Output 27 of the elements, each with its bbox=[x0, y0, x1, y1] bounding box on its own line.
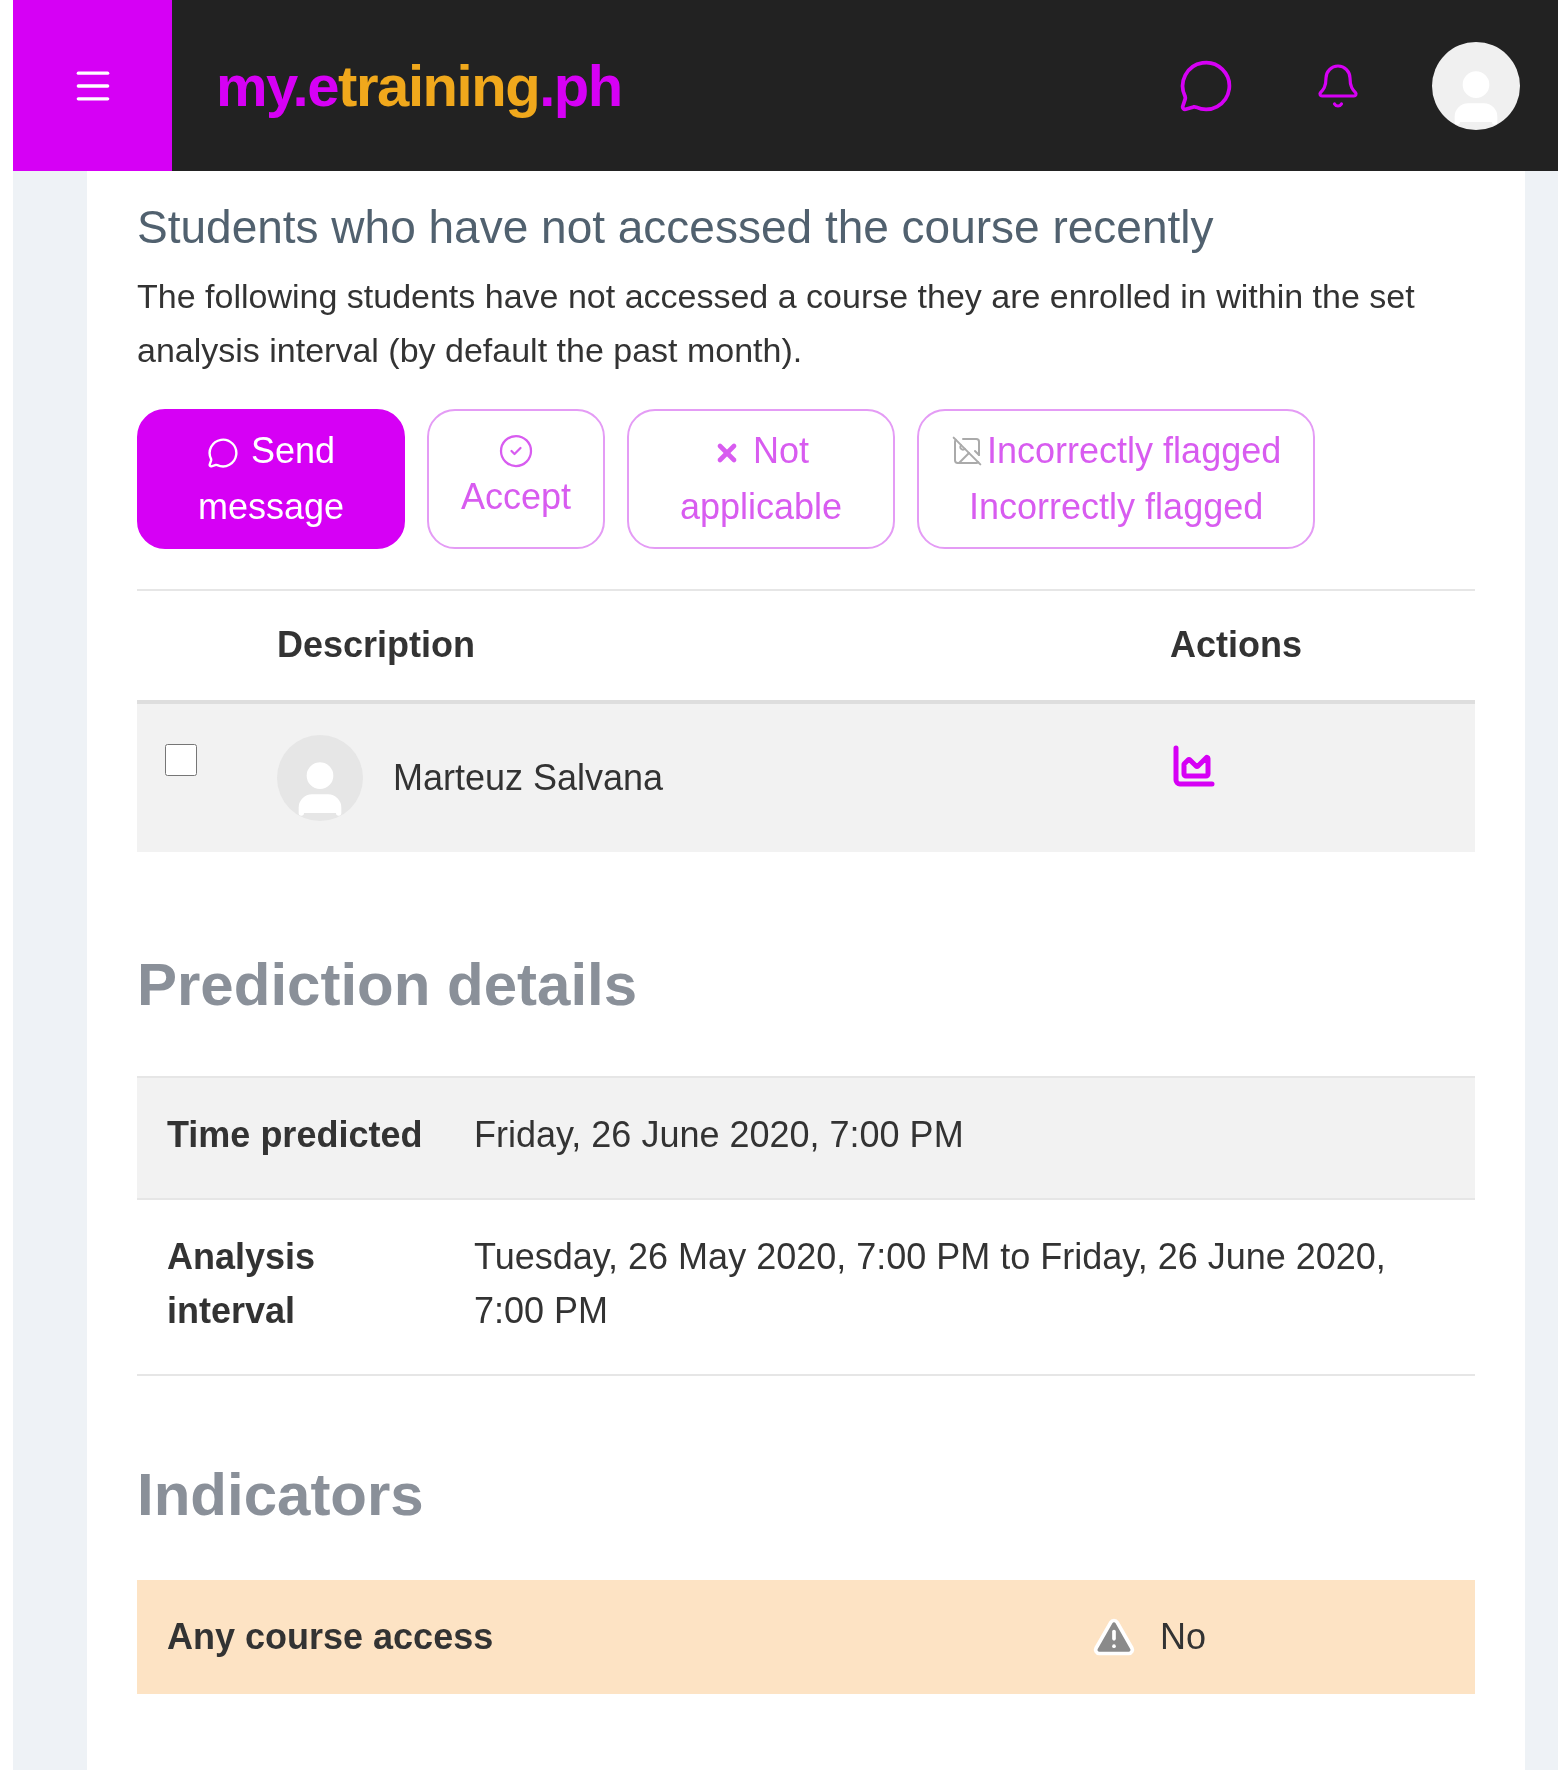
section-title: Students who have not accessed the course recently bbox=[137, 200, 1215, 255]
button-label: Incorrectly flagged bbox=[969, 484, 1264, 529]
indicator-label: Any course access bbox=[167, 1614, 495, 1659]
action-button[interactable]: Accept bbox=[427, 408, 606, 549]
button-label: Not applicable bbox=[679, 428, 844, 529]
row-checkbox[interactable] bbox=[165, 743, 197, 776]
action-button[interactable]: Not applicable bbox=[627, 408, 896, 549]
column-header: Description bbox=[277, 623, 477, 667]
action-button[interactable]: Incorrectly flagged Incorrectly flagged bbox=[917, 408, 1316, 549]
detail-value: Friday, 26 June 2020, 7:00 PM bbox=[474, 1112, 965, 1157]
section-heading: Indicators bbox=[137, 1459, 425, 1530]
image-alt-text: Incorrectly flagged bbox=[987, 428, 1282, 473]
site-logo[interactable]: my.etraining.ph bbox=[216, 42, 622, 129]
column-header: Actions bbox=[1170, 623, 1302, 667]
speech-bubble-icon bbox=[206, 437, 239, 469]
action-button[interactable]: Send message bbox=[137, 408, 405, 549]
broken-image-icon bbox=[951, 434, 984, 467]
student-name: Marteuz Salvana bbox=[393, 755, 665, 800]
check-circle-icon bbox=[498, 432, 535, 469]
detail-value: Tuesday, 26 May 2020, 7:00 PM to Friday, 26 June 2020, 7:00 PM bbox=[474, 1234, 1387, 1333]
detail-label: Analysis interval bbox=[167, 1234, 317, 1333]
section-description: The following students have not accessed a course they are enrolled in within the set analysis interval (by default the past month). bbox=[137, 275, 1416, 371]
button-label: Accept bbox=[461, 474, 572, 519]
button-label: Send message bbox=[196, 428, 346, 529]
section-heading: Prediction details bbox=[137, 949, 639, 1020]
indicator-value: No bbox=[1160, 1614, 1207, 1659]
detail-label: Time predicted bbox=[167, 1112, 424, 1157]
